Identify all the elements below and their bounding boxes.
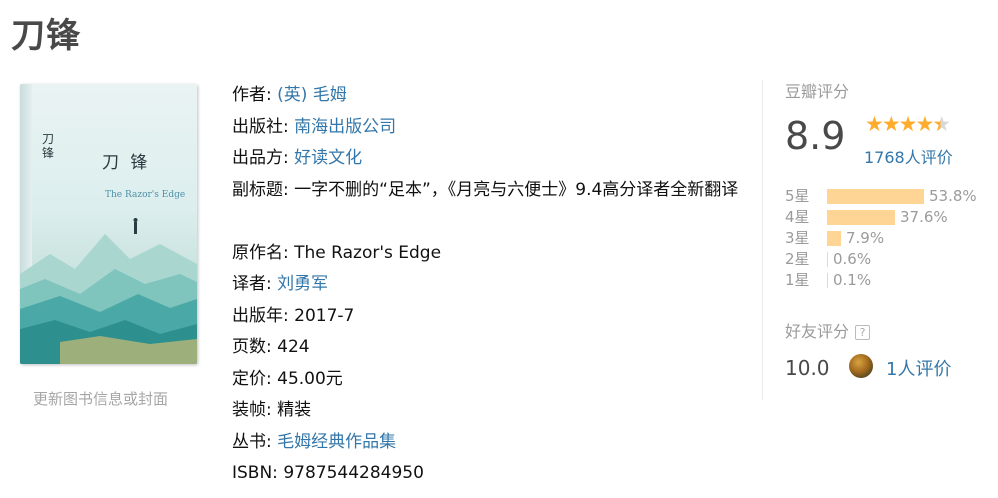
section-divider [762,80,763,400]
info-pub-year: 出版年: 2017-7 [232,301,752,333]
info-publisher: 出版社: 南海出版公司 [232,112,752,144]
pub-year-label: 出版年: [232,305,289,326]
price-label: 定价: [232,368,272,389]
info-binding: 装帧: 精装 [232,395,752,427]
subtitle-label: 副标题: [232,179,289,200]
rating-stars: ★★★★★ [865,112,951,136]
friend-rating-label: 好友评分? [785,318,871,342]
rating-distribution: 5星 53.8% 4星 37.6% 3星 7.9% 2星 0.6% 1星 0.1… [785,186,995,291]
rating-votes-link[interactable]: 1768人评价 [864,144,953,168]
info-price: 定价: 45.00元 [232,364,752,396]
help-icon[interactable]: ? [855,325,871,340]
binding-value: 精装 [277,400,312,420]
rating-bar [827,273,828,288]
rating-bar [827,252,828,267]
pages-label: 页数: [232,337,272,357]
rating-percent: 53.8% [929,187,977,205]
info-pages: 页数: 424 [232,332,752,364]
star-icon: ★ [898,112,918,136]
rating-percent: 0.6% [833,250,872,268]
info-author: 作者: (英) 毛姆 [232,80,752,112]
rating-row-1: 1星 0.1% [785,270,995,291]
half-star-icon: ★ [932,112,951,136]
translator-label: 译者: [232,274,272,294]
info-original-title: 原作名: The Razor's Edge [232,238,752,270]
isbn-label: ISBN: [232,463,278,483]
series-link[interactable]: 毛姆经典作品集 [277,432,396,452]
info-series: 丛书: 毛姆经典作品集 [232,427,752,459]
rating-bar [827,210,895,225]
cover-landscape-illustration [20,218,197,364]
star-icon: ★ [915,112,934,136]
star-icon: ★ [881,112,901,136]
rating-panel: 豆瓣评分 8.9 ★★★★★ 1768人评价 5星 53.8% 4星 37.6%… [785,78,995,380]
publisher-link[interactable]: 南海出版公司 [294,117,396,137]
rating-percent: 0.1% [833,271,872,289]
cover-title: 刀 锋 [102,153,151,173]
page-title: 刀锋 [11,16,81,56]
rating-row-label: 4星 [785,208,810,226]
cover-english-title: The Razor's Edge [105,190,186,200]
rating-label: 豆瓣评分 [785,82,850,101]
producer-link[interactable]: 好读文化 [294,148,362,168]
rating-row-label: 1星 [785,271,810,289]
pub-year-value: 2017-7 [294,305,355,326]
book-cover[interactable]: 刀锋 刀 锋 The Razor's Edge [20,84,197,364]
rating-score: 8.9 [785,114,846,158]
update-cover-link[interactable]: 更新图书信息或封面 [33,388,168,409]
producer-label: 出品方: [232,148,289,168]
cover-side-text: 刀锋 [42,132,55,160]
rating-bar [827,231,841,246]
rating-row-label: 5星 [785,187,810,205]
rating-row-label: 2星 [785,250,810,268]
original-title-label: 原作名: [232,242,289,263]
series-label: 丛书: [232,431,272,452]
rating-row-label: 3星 [785,229,810,247]
star-icon: ★ [865,112,884,136]
rating-percent: 7.9% [846,229,885,247]
publisher-label: 出版社: [232,116,289,137]
rating-bar [827,189,924,204]
translator-link[interactable]: 刘勇军 [277,274,328,294]
rating-percent: 37.6% [900,208,948,226]
rating-row-2: 2星 0.6% [785,249,995,270]
friend-rating-text: 好友评分 [785,322,850,341]
author-label: 作者: [232,85,272,105]
info-subtitle: 副标题: 一字不删的“足本”，《月亮与六便士》9.4高分译者全新翻译 [232,175,752,238]
info-translator: 译者: 刘勇军 [232,269,752,301]
book-info: 作者: (英) 毛姆 出版社: 南海出版公司 出品方: 好读文化 副标题: 一字… [232,80,752,490]
original-title-value: The Razor's Edge [294,242,442,263]
friend-votes-link[interactable]: 1人评价 [886,355,951,381]
rating-row-4: 4星 37.6% [785,207,995,228]
subtitle-value: 一字不删的“足本”，《月亮与六便士》9.4高分译者全新翻译 [294,179,739,200]
avatar[interactable] [849,354,873,378]
rating-row-5: 5星 53.8% [785,186,995,207]
rating-row-3: 3星 7.9% [785,228,995,249]
author-link[interactable]: (英) 毛姆 [277,85,347,105]
price-value: 45.00元 [277,368,343,389]
pages-value: 424 [277,337,310,357]
binding-label: 装帧: [232,400,272,420]
info-isbn: ISBN: 9787544284950 [232,458,752,490]
isbn-value: 9787544284950 [283,463,424,483]
info-producer: 出品方: 好读文化 [232,143,752,175]
friend-rating-score: 10.0 [785,356,830,380]
